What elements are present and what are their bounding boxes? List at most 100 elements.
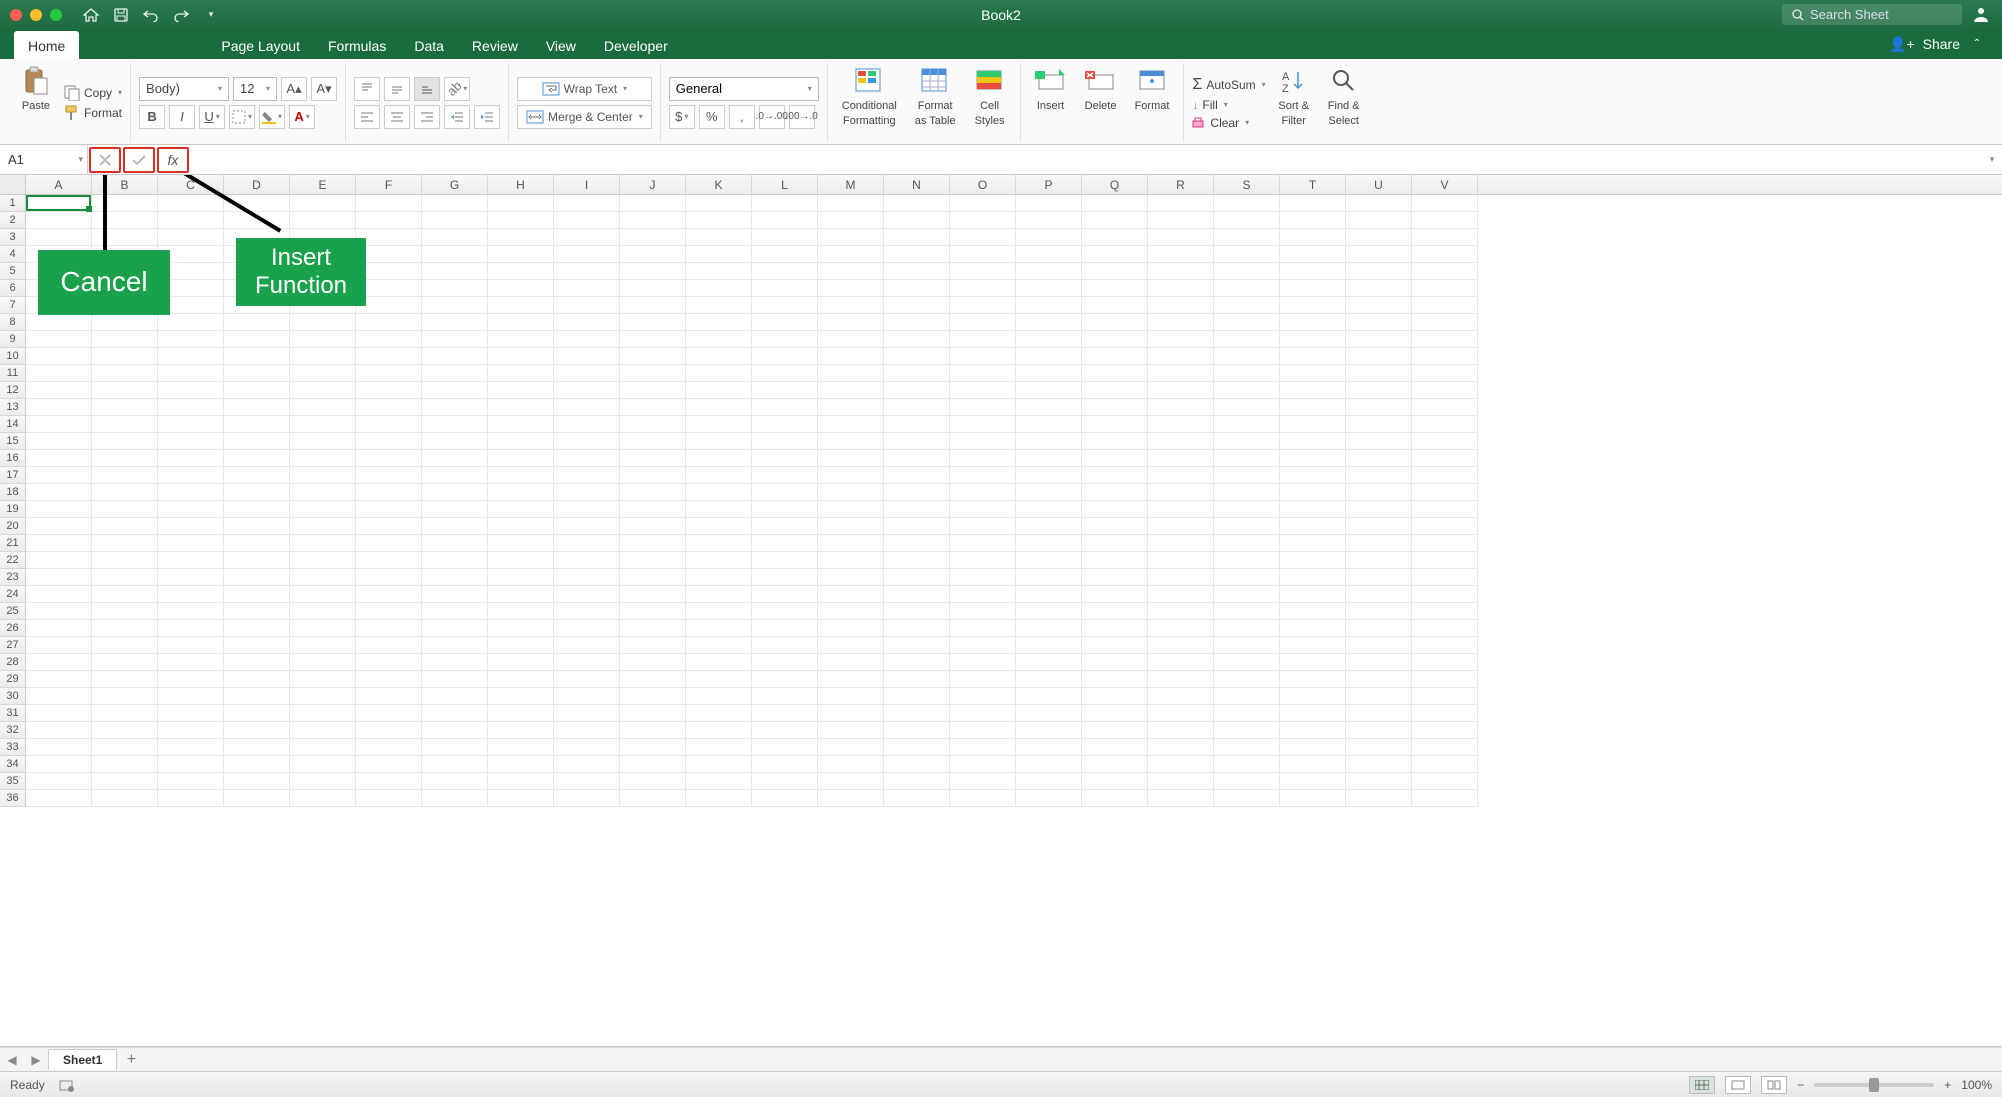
cell[interactable] <box>1016 569 1082 586</box>
find-select-button[interactable]: Find &Select <box>1322 63 1366 129</box>
cell[interactable] <box>1280 671 1346 688</box>
cell[interactable] <box>26 552 92 569</box>
cell[interactable] <box>620 586 686 603</box>
cell[interactable] <box>884 586 950 603</box>
cell[interactable] <box>1346 705 1412 722</box>
cell[interactable] <box>92 552 158 569</box>
column-header[interactable]: T <box>1280 175 1346 194</box>
cell[interactable] <box>950 671 1016 688</box>
cell[interactable] <box>554 552 620 569</box>
enter-formula-button[interactable] <box>123 147 155 173</box>
cell[interactable] <box>1148 773 1214 790</box>
cell[interactable] <box>158 756 224 773</box>
fill-button[interactable]: ↓Fill▾ <box>1192 98 1265 112</box>
cell[interactable] <box>818 246 884 263</box>
cell[interactable] <box>422 535 488 552</box>
cell[interactable] <box>884 552 950 569</box>
cell[interactable] <box>950 501 1016 518</box>
cell[interactable] <box>26 399 92 416</box>
cell[interactable] <box>1016 722 1082 739</box>
cell[interactable] <box>1346 246 1412 263</box>
cell[interactable] <box>488 586 554 603</box>
cell[interactable] <box>26 433 92 450</box>
cell[interactable] <box>554 450 620 467</box>
cell[interactable] <box>554 501 620 518</box>
cell[interactable] <box>818 637 884 654</box>
cell[interactable] <box>884 212 950 229</box>
cell[interactable] <box>1346 331 1412 348</box>
cell[interactable] <box>620 535 686 552</box>
macro-record-icon[interactable] <box>59 1078 75 1092</box>
cell[interactable] <box>884 671 950 688</box>
cell[interactable] <box>92 518 158 535</box>
cell[interactable] <box>950 331 1016 348</box>
cell[interactable] <box>818 195 884 212</box>
cell[interactable] <box>1214 688 1280 705</box>
add-sheet-button[interactable]: + <box>117 1051 145 1069</box>
cell[interactable] <box>818 620 884 637</box>
cell[interactable] <box>224 671 290 688</box>
cell[interactable] <box>26 756 92 773</box>
cell[interactable] <box>92 790 158 807</box>
cell[interactable] <box>158 654 224 671</box>
cell[interactable] <box>422 467 488 484</box>
cell[interactable] <box>26 484 92 501</box>
cell[interactable] <box>356 331 422 348</box>
cell[interactable] <box>224 382 290 399</box>
cell[interactable] <box>686 467 752 484</box>
cell[interactable] <box>92 382 158 399</box>
cell[interactable] <box>818 365 884 382</box>
cell[interactable] <box>1214 501 1280 518</box>
cell[interactable] <box>818 467 884 484</box>
cell[interactable] <box>92 331 158 348</box>
row-header[interactable]: 33 <box>0 739 26 756</box>
cell[interactable] <box>488 603 554 620</box>
cell[interactable] <box>488 433 554 450</box>
cell[interactable] <box>356 569 422 586</box>
cell[interactable] <box>224 535 290 552</box>
cell[interactable] <box>752 450 818 467</box>
insert-cells-button[interactable]: Insert <box>1029 63 1073 114</box>
cell[interactable] <box>422 569 488 586</box>
cell[interactable] <box>290 603 356 620</box>
number-format-select[interactable]: General▾ <box>669 77 819 101</box>
cell[interactable] <box>1148 739 1214 756</box>
cell[interactable] <box>1412 348 1478 365</box>
cell[interactable] <box>488 501 554 518</box>
column-header[interactable]: Q <box>1082 175 1148 194</box>
row-header[interactable]: 2 <box>0 212 26 229</box>
cell[interactable] <box>686 654 752 671</box>
zoom-slider[interactable] <box>1814 1083 1934 1087</box>
cell[interactable] <box>1346 467 1412 484</box>
cell[interactable] <box>488 688 554 705</box>
cell[interactable] <box>158 229 224 246</box>
cell[interactable] <box>422 212 488 229</box>
cell[interactable] <box>158 552 224 569</box>
format-cells-button[interactable]: Format <box>1129 63 1176 114</box>
cell[interactable] <box>1082 654 1148 671</box>
cell[interactable] <box>224 518 290 535</box>
cell[interactable] <box>224 739 290 756</box>
cell[interactable] <box>224 620 290 637</box>
cell[interactable] <box>1082 790 1148 807</box>
account-icon[interactable] <box>1972 6 1990 24</box>
cell[interactable] <box>422 722 488 739</box>
cell[interactable] <box>158 722 224 739</box>
cell[interactable] <box>290 314 356 331</box>
cell[interactable] <box>422 705 488 722</box>
cell[interactable] <box>26 620 92 637</box>
share-button[interactable]: Share <box>1923 36 1960 52</box>
cell[interactable] <box>488 450 554 467</box>
cell[interactable] <box>752 739 818 756</box>
cell[interactable] <box>950 722 1016 739</box>
close-window-button[interactable] <box>10 9 22 21</box>
cell[interactable] <box>1082 773 1148 790</box>
cell[interactable] <box>1016 552 1082 569</box>
cell[interactable] <box>488 518 554 535</box>
tab-home[interactable]: Home <box>14 31 79 59</box>
decrease-font-button[interactable]: A▾ <box>311 77 337 101</box>
cell[interactable] <box>1148 756 1214 773</box>
cell[interactable] <box>1148 552 1214 569</box>
cell[interactable] <box>1016 773 1082 790</box>
cell[interactable] <box>818 433 884 450</box>
